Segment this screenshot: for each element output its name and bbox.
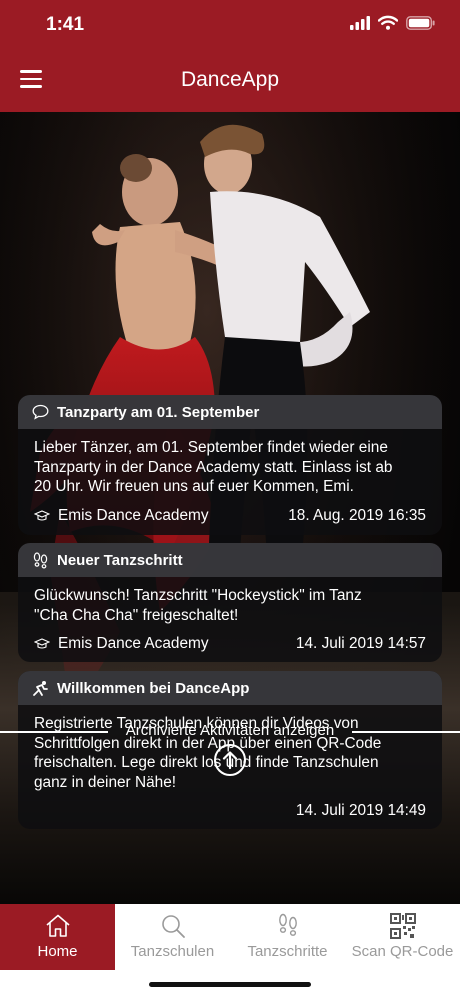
card-meta: Emis Dance Academy 14. Juli 2019 14:57 [18, 625, 442, 653]
card-title: Willkommen bei DanceApp [57, 679, 250, 697]
graduation-cap-icon [34, 638, 50, 649]
status-time: 1:41 [46, 14, 85, 35]
speech-bubble-icon [32, 404, 49, 420]
card-header: Neuer Tanzschritt [18, 543, 442, 577]
card-body-line: Glückwunsch! Tanzschritt "Hockeystick" i… [34, 587, 362, 604]
tab-label: Tanzschritte [247, 943, 328, 960]
tab-label: Tanzschulen [130, 943, 215, 960]
archive-row[interactable]: Archivierte Aktivitäten anzeigen [0, 722, 460, 742]
card-body: Glückwunsch! Tanzschritt "Hockeystick" i… [18, 577, 442, 625]
home-indicator [149, 982, 311, 987]
card-date: 18. Aug. 2019 16:35 [288, 506, 426, 524]
card-header: Tanzparty am 01. September [18, 395, 442, 429]
card-school: Emis Dance Academy [34, 507, 209, 525]
card-date: 14. Juli 2019 14:49 [295, 802, 426, 819]
archive-link[interactable]: Archivierte Aktivitäten anzeigen [0, 722, 460, 739]
status-icons [350, 15, 436, 30]
school-name: Emis Dance Academy [58, 635, 209, 652]
tab-label: Home [37, 943, 78, 960]
arrow-up-icon [222, 751, 238, 770]
card-school: Emis Dance Academy [34, 635, 209, 653]
tab-label: Scan QR-Code [351, 943, 454, 960]
card-body-line: Lieber Tänzer, am 01. September findet w… [34, 439, 388, 456]
card-meta: Emis Dance Academy 18. Aug. 2019 16:35 [18, 497, 442, 525]
card-title: Tanzparty am 01. September [57, 403, 260, 421]
search-icon [161, 915, 185, 938]
tab-tanzschritte[interactable]: Tanzschritte [230, 904, 345, 970]
scroll-up-button[interactable] [214, 744, 246, 776]
card-body: Lieber Tänzer, am 01. September findet w… [18, 429, 442, 497]
activity-card[interactable]: Tanzparty am 01. September Lieber Tänzer… [18, 395, 442, 535]
card-body-line: "Cha Cha Cha" freigeschaltet! [34, 606, 239, 624]
app-bar: DanceApp [0, 50, 460, 112]
card-body-line: Tanzparty in der Dance Academy statt. Ei… [34, 458, 393, 476]
app-title: DanceApp [180, 68, 280, 91]
activity-card[interactable]: Neuer Tanzschritt Glückwunsch! Tanzschri… [18, 543, 442, 662]
status-bar: 1:41 [0, 0, 460, 50]
home-icon [45, 914, 70, 937]
tab-tanzschulen[interactable]: Tanzschulen [115, 904, 230, 970]
wifi-icon [378, 15, 398, 30]
qr-code-icon [389, 913, 416, 939]
footprints-icon [278, 913, 297, 936]
signal-icon [350, 15, 370, 30]
card-title: Neuer Tanzschritt [57, 551, 183, 569]
card-header: Willkommen bei DanceApp [18, 671, 442, 705]
card-meta: 14. Juli 2019 14:49 [18, 792, 442, 820]
footprints-icon [33, 551, 48, 568]
dancer-icon [33, 680, 48, 696]
tab-scan-qr-code[interactable]: Scan QR-Code [345, 904, 460, 970]
tab-home[interactable]: Home [0, 904, 115, 970]
card-body-line: 20 Uhr. Wir freuen uns auf euer Kommen, … [34, 478, 354, 495]
tab-bar: Home Tanzschulen Tanzschritte Scan QR-Co… [0, 904, 460, 996]
graduation-cap-icon [34, 509, 50, 521]
battery-icon [406, 15, 435, 30]
school-name: Emis Dance Academy [58, 506, 209, 524]
card-date: 14. Juli 2019 14:57 [295, 635, 426, 652]
